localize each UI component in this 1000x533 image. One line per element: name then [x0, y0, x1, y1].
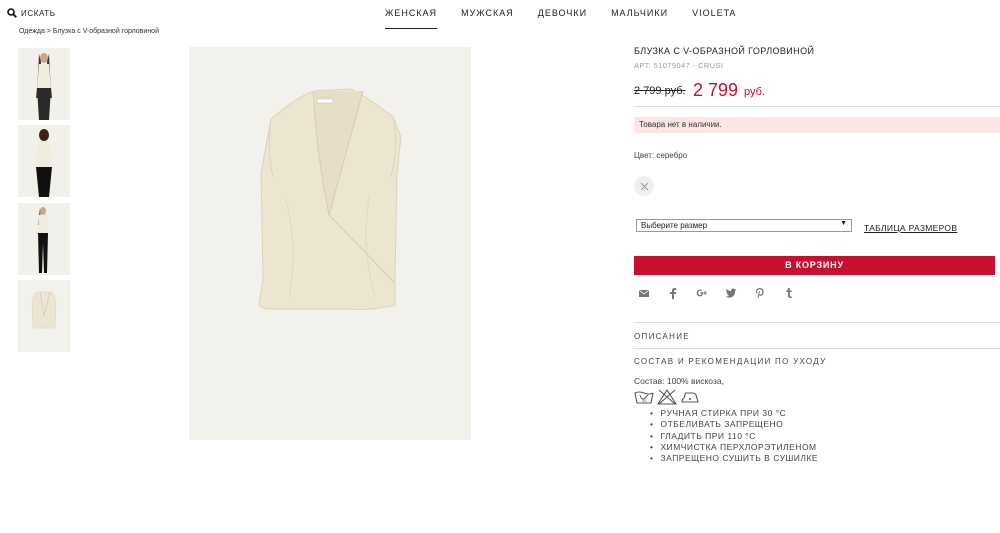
size-select[interactable]: Выберите размер ▼ [636, 219, 852, 232]
main-nav: ЖЕНСКАЯ МУЖСКАЯ ДЕВОЧКИ МАЛЬЧИКИ VIOLETA [385, 8, 760, 29]
size-table-link[interactable]: ТАБЛИЦА РАЗМЕРОВ [864, 223, 957, 233]
care-item: РУЧНАЯ СТИРКА ПРИ 30 °C [650, 408, 818, 419]
nav-tab-boys[interactable]: МАЛЬЧИКИ [611, 8, 668, 29]
care-item: ГЛАДИТЬ ПРИ 110 °C [650, 431, 818, 442]
dropdown-arrow-icon: ▼ [840, 220, 847, 227]
description-section[interactable]: ОПИСАНИЕ [634, 332, 690, 341]
no-bleach-icon [657, 389, 677, 405]
thumbnail-product[interactable] [18, 280, 70, 352]
tumblr-icon[interactable] [781, 286, 797, 300]
size-select-value: Выберите размер [641, 221, 708, 230]
pinterest-icon[interactable] [752, 286, 768, 300]
main-product-image[interactable] [189, 47, 471, 440]
thumbnail-model-front[interactable] [18, 48, 70, 120]
new-price: 2 799 [693, 80, 739, 100]
color-swatch-silver[interactable] [634, 176, 654, 196]
facebook-icon[interactable] [665, 286, 681, 300]
add-to-cart-button[interactable]: В КОРЗИНУ [634, 256, 995, 275]
top-bar: ИСКАТЬ ЖЕНСКАЯ МУЖСКАЯ ДЕВОЧКИ МАЛЬЧИКИ … [0, 0, 1000, 30]
nav-tab-women[interactable]: ЖЕНСКАЯ [385, 8, 438, 29]
search-icon [7, 8, 17, 18]
care-icons: 30 [634, 389, 703, 405]
care-list: РУЧНАЯ СТИРКА ПРИ 30 °C ОТБЕЛИВАТЬ ЗАПРЕ… [650, 408, 818, 464]
care-item: ОТБЕЛИВАТЬ ЗАПРЕЩЕНО [650, 419, 818, 430]
blouse-image [189, 47, 471, 440]
care-section[interactable]: СОСТАВ И РЕКОМЕНДАЦИИ ПО УХОДУ [634, 357, 826, 366]
product-sku: АРТ. 51079047 - CRUSI [634, 61, 724, 70]
composition-text: Состав: 100% вискоза, [634, 376, 724, 386]
old-price: 2 799 руб. [634, 85, 686, 97]
iron-low-icon [681, 392, 699, 403]
search-label: ИСКАТЬ [21, 8, 56, 18]
breadcrumb[interactable]: Одежда > Блузка с V-образной горловиной [19, 28, 159, 35]
color-label: Цвет: серебро [634, 151, 688, 160]
nav-tab-violeta[interactable]: VIOLETA [692, 8, 736, 29]
nav-tab-men[interactable]: МУЖСКАЯ [461, 8, 514, 29]
unavailable-cross-icon [640, 182, 648, 190]
product-title: БЛУЗКА С V-ОБРАЗНОЙ ГОРЛОВИНОЙ [634, 46, 815, 56]
twitter-icon[interactable] [723, 286, 739, 300]
divider [634, 348, 1000, 349]
care-item: ХИМЧИСТКА ПЕРХЛОРЭТИЛЕНОМ [650, 442, 818, 453]
hand-wash-icon: 30 [634, 391, 654, 404]
thumbnail-model-back[interactable] [18, 125, 70, 197]
mail-icon[interactable] [636, 286, 652, 300]
divider [634, 322, 1000, 323]
google-plus-icon[interactable] [694, 286, 710, 300]
share-bar [636, 286, 810, 300]
search-button[interactable]: ИСКАТЬ [7, 8, 56, 18]
nav-tab-girls[interactable]: ДЕВОЧКИ [538, 8, 587, 29]
thumbnail-model-full[interactable] [18, 203, 70, 275]
divider [634, 106, 1000, 107]
care-item: ЗАПРЕЩЕНО СУШИТЬ В СУШИЛКЕ [650, 453, 818, 464]
price-currency: руб. [744, 86, 765, 98]
out-of-stock-alert: Товара нет в наличии. [634, 117, 1000, 133]
svg-text:30: 30 [642, 398, 647, 403]
